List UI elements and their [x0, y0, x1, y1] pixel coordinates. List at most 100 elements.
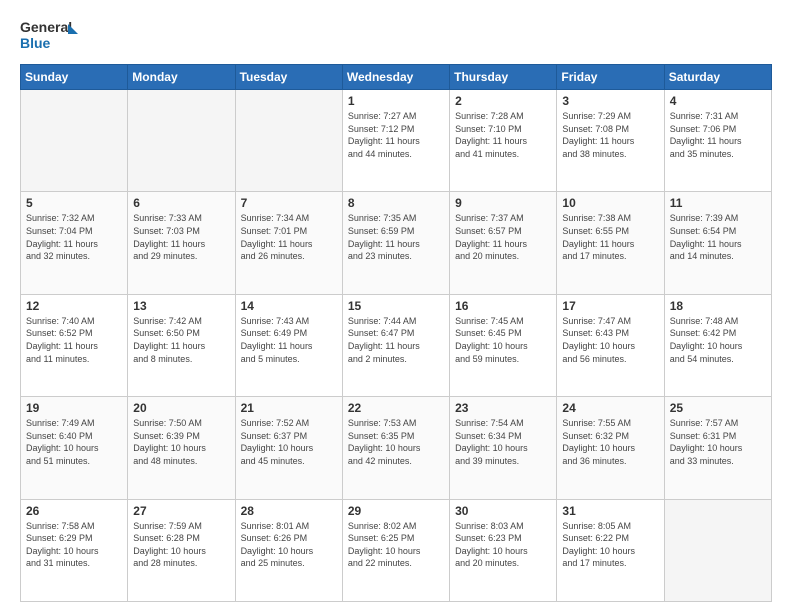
- calendar-cell: 29Sunrise: 8:02 AM Sunset: 6:25 PM Dayli…: [342, 499, 449, 601]
- logo: GeneralBlue: [20, 16, 80, 54]
- day-info: Sunrise: 7:53 AM Sunset: 6:35 PM Dayligh…: [348, 417, 444, 467]
- calendar-cell: 20 Sunrise: 7:50 AM Sunset: 6:39 PM Dayli…: [128, 397, 235, 499]
- day-number: 27: [133, 504, 229, 518]
- day-number: 31: [562, 504, 658, 518]
- day-info: Sunrise: 7:34 AM Sunset: 7:01 PM Dayligh…: [241, 212, 337, 262]
- day-info: Sunrise: 7:29 AM Sunset: 7:08 PM Dayligh…: [562, 110, 658, 160]
- week-row-4: 26 Sunrise: 7:58 AM Sunset: 6:29 PM Dayli…: [21, 499, 772, 601]
- page: GeneralBlue SundayMondayTuesdayWednesday…: [0, 0, 792, 612]
- day-info: Sunrise: 7:40 AM Sunset: 6:52 PM Dayligh…: [26, 315, 122, 365]
- day-number: 1: [348, 94, 444, 108]
- day-number: 6: [133, 196, 229, 210]
- day-info: Sunrise: 7:39 AM Sunset: 6:54 PM Dayligh…: [670, 212, 766, 262]
- calendar-cell: [21, 90, 128, 192]
- day-info: Sunrise: 7:49 AM Sunset: 6:40 PM Dayligh…: [26, 417, 122, 467]
- calendar-cell: 7 Sunrise: 7:34 AM Sunset: 7:01 PM Daylig…: [235, 192, 342, 294]
- calendar-cell: 21 Sunrise: 7:52 AM Sunset: 6:37 PM Dayli…: [235, 397, 342, 499]
- day-number: 8: [348, 196, 444, 210]
- day-number: 14: [241, 299, 337, 313]
- day-info: Sunrise: 7:31 AM Sunset: 7:06 PM Dayligh…: [670, 110, 766, 160]
- day-info: Sunrise: 7:33 AM Sunset: 7:03 PM Dayligh…: [133, 212, 229, 262]
- day-number: 15: [348, 299, 444, 313]
- day-info: Sunrise: 8:02 AM Sunset: 6:25 PM Dayligh…: [348, 520, 444, 570]
- calendar-cell: 5 Sunrise: 7:32 AM Sunset: 7:04 PM Daylig…: [21, 192, 128, 294]
- calendar-cell: 12 Sunrise: 7:40 AM Sunset: 6:52 PM Dayli…: [21, 294, 128, 396]
- weekday-header-saturday: Saturday: [664, 65, 771, 90]
- calendar-cell: 14 Sunrise: 7:43 AM Sunset: 6:49 PM Dayli…: [235, 294, 342, 396]
- day-info: Sunrise: 7:44 AM Sunset: 6:47 PM Dayligh…: [348, 315, 444, 365]
- calendar-cell: 18Sunrise: 7:48 AM Sunset: 6:42 PM Dayli…: [664, 294, 771, 396]
- calendar-cell: 24 Sunrise: 7:55 AM Sunset: 6:32 PM Dayli…: [557, 397, 664, 499]
- day-info: Sunrise: 7:28 AM Sunset: 7:10 PM Dayligh…: [455, 110, 551, 160]
- weekday-header-sunday: Sunday: [21, 65, 128, 90]
- calendar-cell: 9Sunrise: 7:37 AM Sunset: 6:57 PM Daylig…: [450, 192, 557, 294]
- day-number: 11: [670, 196, 766, 210]
- calendar-cell: 1 Sunrise: 7:27 AM Sunset: 7:12 PM Daylig…: [342, 90, 449, 192]
- day-info: Sunrise: 7:32 AM Sunset: 7:04 PM Dayligh…: [26, 212, 122, 262]
- weekday-header-tuesday: Tuesday: [235, 65, 342, 90]
- calendar-table: SundayMondayTuesdayWednesdayThursdayFrid…: [20, 64, 772, 602]
- day-number: 4: [670, 94, 766, 108]
- day-info: Sunrise: 7:48 AM Sunset: 6:42 PM Dayligh…: [670, 315, 766, 365]
- day-number: 2: [455, 94, 551, 108]
- week-row-3: 19Sunrise: 7:49 AM Sunset: 6:40 PM Dayli…: [21, 397, 772, 499]
- calendar-cell: [128, 90, 235, 192]
- day-number: 16: [455, 299, 551, 313]
- day-info: Sunrise: 7:43 AM Sunset: 6:49 PM Dayligh…: [241, 315, 337, 365]
- week-row-0: 1 Sunrise: 7:27 AM Sunset: 7:12 PM Daylig…: [21, 90, 772, 192]
- weekday-header-monday: Monday: [128, 65, 235, 90]
- calendar-cell: 30 Sunrise: 8:03 AM Sunset: 6:23 PM Dayli…: [450, 499, 557, 601]
- calendar-cell: 25Sunrise: 7:57 AM Sunset: 6:31 PM Dayli…: [664, 397, 771, 499]
- day-number: 3: [562, 94, 658, 108]
- day-info: Sunrise: 8:03 AM Sunset: 6:23 PM Dayligh…: [455, 520, 551, 570]
- day-info: Sunrise: 7:45 AM Sunset: 6:45 PM Dayligh…: [455, 315, 551, 365]
- day-number: 5: [26, 196, 122, 210]
- day-number: 13: [133, 299, 229, 313]
- weekday-header-friday: Friday: [557, 65, 664, 90]
- day-info: Sunrise: 7:42 AM Sunset: 6:50 PM Dayligh…: [133, 315, 229, 365]
- day-number: 12: [26, 299, 122, 313]
- week-row-2: 12 Sunrise: 7:40 AM Sunset: 6:52 PM Dayli…: [21, 294, 772, 396]
- day-number: 28: [241, 504, 337, 518]
- calendar-cell: 2 Sunrise: 7:28 AM Sunset: 7:10 PM Daylig…: [450, 90, 557, 192]
- calendar-cell: 10 Sunrise: 7:38 AM Sunset: 6:55 PM Dayli…: [557, 192, 664, 294]
- calendar-cell: 26 Sunrise: 7:58 AM Sunset: 6:29 PM Dayli…: [21, 499, 128, 601]
- calendar-cell: 23 Sunrise: 7:54 AM Sunset: 6:34 PM Dayli…: [450, 397, 557, 499]
- day-number: 10: [562, 196, 658, 210]
- calendar-cell: 4 Sunrise: 7:31 AM Sunset: 7:06 PM Daylig…: [664, 90, 771, 192]
- day-info: Sunrise: 7:58 AM Sunset: 6:29 PM Dayligh…: [26, 520, 122, 570]
- day-info: Sunrise: 7:55 AM Sunset: 6:32 PM Dayligh…: [562, 417, 658, 467]
- day-number: 17: [562, 299, 658, 313]
- day-info: Sunrise: 7:57 AM Sunset: 6:31 PM Dayligh…: [670, 417, 766, 467]
- calendar-cell: [235, 90, 342, 192]
- day-number: 23: [455, 401, 551, 415]
- weekday-header-thursday: Thursday: [450, 65, 557, 90]
- svg-text:General: General: [20, 19, 72, 35]
- day-number: 22: [348, 401, 444, 415]
- calendar-cell: 27 Sunrise: 7:59 AM Sunset: 6:28 PM Dayli…: [128, 499, 235, 601]
- day-number: 26: [26, 504, 122, 518]
- day-info: Sunrise: 7:35 AM Sunset: 6:59 PM Dayligh…: [348, 212, 444, 262]
- day-info: Sunrise: 7:54 AM Sunset: 6:34 PM Dayligh…: [455, 417, 551, 467]
- day-info: Sunrise: 7:50 AM Sunset: 6:39 PM Dayligh…: [133, 417, 229, 467]
- calendar-cell: 17 Sunrise: 7:47 AM Sunset: 6:43 PM Dayli…: [557, 294, 664, 396]
- day-number: 30: [455, 504, 551, 518]
- calendar-cell: 16 Sunrise: 7:45 AM Sunset: 6:45 PM Dayli…: [450, 294, 557, 396]
- day-info: Sunrise: 7:47 AM Sunset: 6:43 PM Dayligh…: [562, 315, 658, 365]
- day-info: Sunrise: 8:05 AM Sunset: 6:22 PM Dayligh…: [562, 520, 658, 570]
- calendar-cell: 28 Sunrise: 8:01 AM Sunset: 6:26 PM Dayli…: [235, 499, 342, 601]
- day-info: Sunrise: 7:38 AM Sunset: 6:55 PM Dayligh…: [562, 212, 658, 262]
- day-info: Sunrise: 8:01 AM Sunset: 6:26 PM Dayligh…: [241, 520, 337, 570]
- day-info: Sunrise: 7:52 AM Sunset: 6:37 PM Dayligh…: [241, 417, 337, 467]
- day-number: 7: [241, 196, 337, 210]
- weekday-header-wednesday: Wednesday: [342, 65, 449, 90]
- calendar-header-row: SundayMondayTuesdayWednesdayThursdayFrid…: [21, 65, 772, 90]
- day-number: 20: [133, 401, 229, 415]
- day-info: Sunrise: 7:27 AM Sunset: 7:12 PM Dayligh…: [348, 110, 444, 160]
- day-info: Sunrise: 7:59 AM Sunset: 6:28 PM Dayligh…: [133, 520, 229, 570]
- week-row-1: 5 Sunrise: 7:32 AM Sunset: 7:04 PM Daylig…: [21, 192, 772, 294]
- day-number: 21: [241, 401, 337, 415]
- day-number: 24: [562, 401, 658, 415]
- calendar-cell: 22 Sunrise: 7:53 AM Sunset: 6:35 PM Dayli…: [342, 397, 449, 499]
- calendar-cell: 31 Sunrise: 8:05 AM Sunset: 6:22 PM Dayli…: [557, 499, 664, 601]
